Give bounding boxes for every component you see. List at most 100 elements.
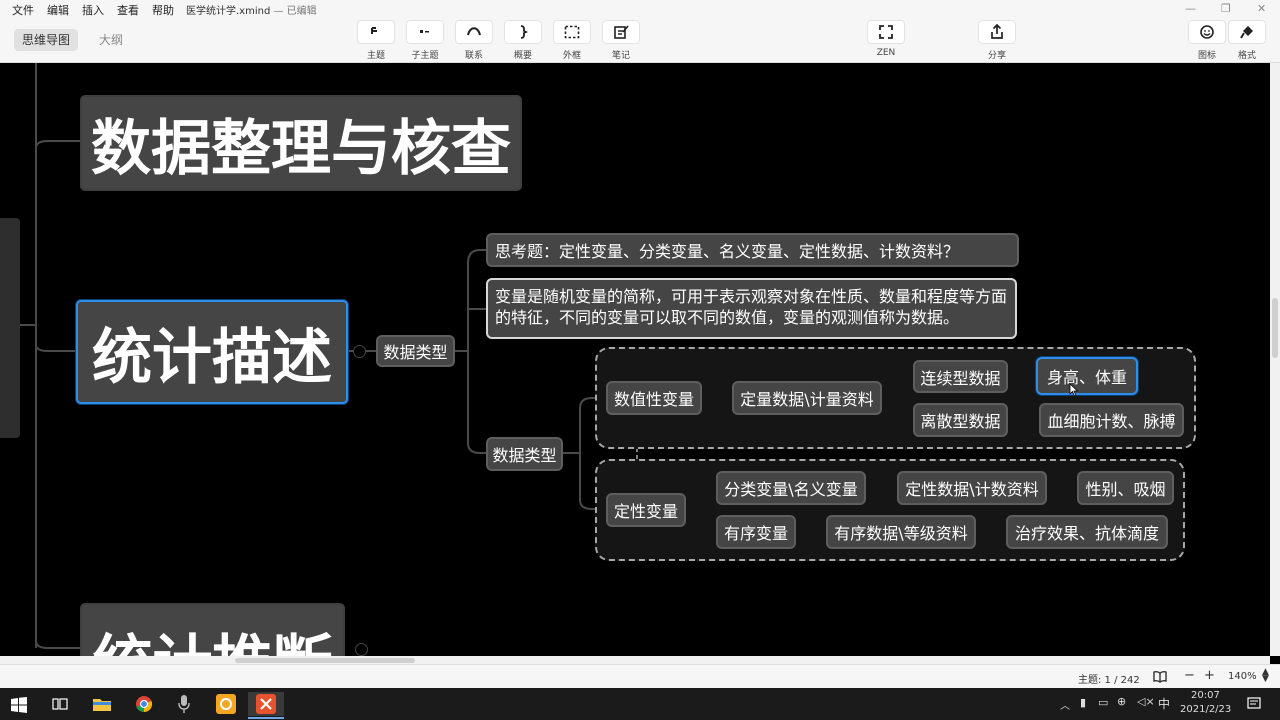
network-icon[interactable]: ⊕ [1117, 695, 1126, 708]
subtopic-icon [420, 30, 429, 33]
discrete-example[interactable]: 血细胞计数、脉搏 [1039, 403, 1184, 437]
smiley-icon [1200, 25, 1214, 39]
variable-definition[interactable]: 变量是随机变量的简称，可用于表示观察对象在性质、数量和程度等方面的特征，不同的变… [486, 278, 1017, 339]
subtopic-data-type-b[interactable]: 数据类型 [486, 437, 563, 471]
numeric-variable[interactable]: 数值性变量 [606, 381, 702, 415]
topic-counter: 主题: 1 / 242 [1078, 675, 1140, 686]
volume-icon[interactable]: ◁× [1137, 695, 1155, 708]
ime-indicator[interactable]: 中 [1158, 695, 1170, 712]
topic-statistical-inference[interactable]: 统计推断 [80, 603, 345, 656]
relationship-button-label: 联系 [464, 51, 483, 61]
windows-start-icon[interactable] [11, 697, 27, 713]
topic-icon [371, 27, 377, 34]
subtopic-data-type[interactable]: 数据类型 [376, 335, 455, 367]
format-panel-button[interactable]: 格式 [1227, 18, 1267, 62]
collapse-toggle[interactable] [353, 345, 366, 358]
subtopic-button-label: 子主题 [411, 51, 439, 61]
mouse-cursor-icon [1069, 383, 1079, 397]
boundary-button[interactable]: 外框 [552, 18, 592, 62]
summary-icon [520, 25, 529, 39]
battery-icon[interactable]: ▭ [1098, 696, 1108, 709]
menu-file[interactable]: 文件 [12, 2, 34, 18]
relationship-button[interactable]: 联系 [454, 18, 494, 62]
icons-panel-label: 图标 [1197, 51, 1216, 61]
status-bar: 主题: 1 / 242 − + 140% ▲ ▼ [0, 664, 1280, 689]
fullscreen-icon [879, 25, 893, 39]
horizontal-scroll-thumb[interactable] [235, 658, 415, 663]
menu-view[interactable]: 查看 [117, 2, 139, 18]
document-filename: 医学统计学.xmind [186, 6, 271, 17]
collapse-toggle[interactable] [355, 643, 368, 656]
book-icon[interactable] [1153, 670, 1167, 683]
chrome-icon [136, 696, 153, 713]
icons-panel-button[interactable]: 图标 [1187, 18, 1227, 62]
topic-data-organize[interactable]: 数据整理与核查 [80, 95, 522, 191]
qualitative-variable[interactable]: 定性变量 [606, 493, 686, 527]
question-note[interactable]: 思考题：定性变量、分类变量、名义变量、定性数据、计数资料？ [486, 233, 1019, 267]
notification-icon[interactable] [1247, 697, 1261, 711]
minimize-icon[interactable]: — [1185, 2, 1196, 15]
relationship-icon [467, 27, 481, 36]
horizontal-scrollbar[interactable] [0, 656, 1270, 664]
boundary-icon [564, 25, 580, 39]
menu-bar: 文件 编辑 插入 查看 帮助 医学统计学.xmind — 已编辑 — ❐ ✕ [0, 0, 1280, 18]
vertical-scroll-thumb[interactable] [1272, 298, 1278, 358]
zen-button[interactable]: ZEN [866, 18, 906, 62]
mic-tray-icon[interactable]: ▮ [1080, 696, 1086, 709]
zoom-stepper-icon[interactable]: ▲ ▼ [1262, 668, 1269, 684]
menu-edit[interactable]: 编辑 [47, 2, 69, 18]
document-title: 医学统计学.xmind — 已编辑 [186, 2, 317, 17]
tray-overflow-icon[interactable]: ︿ [1060, 697, 1070, 712]
summary-button-label: 概要 [513, 51, 532, 61]
microphone-icon [178, 695, 190, 713]
topic-statistical-description[interactable]: 统计描述 [76, 300, 348, 404]
tab-outline[interactable]: 大纲 [91, 29, 131, 51]
maximize-icon[interactable]: ❐ [1221, 2, 1231, 15]
zoom-out-icon[interactable]: − [1184, 668, 1195, 683]
document-status: — 已编辑 [273, 6, 317, 17]
orange-app-icon [216, 694, 236, 714]
share-icon [991, 24, 1003, 39]
clock-time[interactable]: 20:07 [1191, 690, 1220, 701]
format-panel-label: 格式 [1237, 51, 1256, 61]
continuous-data[interactable]: 连续型数据 [913, 360, 1008, 393]
zoom-level[interactable]: 140% [1228, 671, 1257, 682]
xmind-icon [256, 694, 276, 714]
nominal-variable[interactable]: 分类变量\名义变量 [716, 471, 866, 505]
share-button[interactable]: 分享 [977, 18, 1017, 62]
close-icon[interactable]: ✕ [1257, 2, 1266, 15]
vertical-scrollbar[interactable] [1270, 63, 1280, 656]
folder-icon [93, 699, 111, 711]
active-indicator [248, 717, 284, 719]
menu-help[interactable]: 帮助 [152, 2, 174, 18]
chrome-taskbar-button[interactable] [126, 692, 162, 716]
app-taskbar-button[interactable] [208, 692, 244, 716]
topic-button[interactable]: 主题 [356, 18, 396, 62]
ranked-data[interactable]: 有序数据\等级资料 [826, 515, 976, 549]
xmind-taskbar-button[interactable] [248, 692, 284, 716]
mindmap-canvas[interactable]: 数据整理与核查 统计描述 统计推断 数据类型 思考题：定性变量、分类变量、名义变… [0, 63, 1270, 656]
tab-mindmap[interactable]: 思维导图 [14, 29, 79, 51]
count-data[interactable]: 定性数据\计数资料 [897, 471, 1047, 505]
file-explorer-taskbar-button[interactable] [84, 692, 120, 716]
continuous-example[interactable]: 身高、体重 [1036, 357, 1138, 395]
ordinal-variable[interactable]: 有序变量 [716, 515, 796, 549]
menu-insert[interactable]: 插入 [82, 2, 104, 18]
root-topic-fragment[interactable] [0, 218, 20, 438]
summary-button[interactable]: 概要 [503, 18, 543, 62]
task-view-icon[interactable] [52, 697, 68, 711]
taskbar: ︿ ▮ ▭ ⊕ ◁× 中 20:07 2021/2/23 [0, 688, 1280, 720]
zoom-in-icon[interactable]: + [1204, 668, 1215, 683]
ordinal-example[interactable]: 治疗效果、抗体滴度 [1006, 515, 1168, 549]
notes-button[interactable]: 笔记 [601, 18, 641, 62]
subtopic-button[interactable]: 子主题 [405, 18, 445, 62]
toolbar: 思维导图 大纲 主题 子主题 联系 概要 外框 笔记 ZEN 分享 图标 格式 [0, 18, 1280, 63]
discrete-data[interactable]: 离散型数据 [913, 403, 1008, 437]
clock-date[interactable]: 2021/2/23 [1180, 704, 1231, 715]
topic-button-label: 主题 [366, 51, 385, 61]
nominal-example[interactable]: 性别、吸烟 [1077, 471, 1174, 505]
recorder-taskbar-button[interactable] [166, 692, 202, 716]
quantitative-data[interactable]: 定量数据\计量资料 [732, 381, 882, 415]
brush-icon [1240, 26, 1253, 39]
zen-button-label: ZEN [876, 48, 896, 58]
